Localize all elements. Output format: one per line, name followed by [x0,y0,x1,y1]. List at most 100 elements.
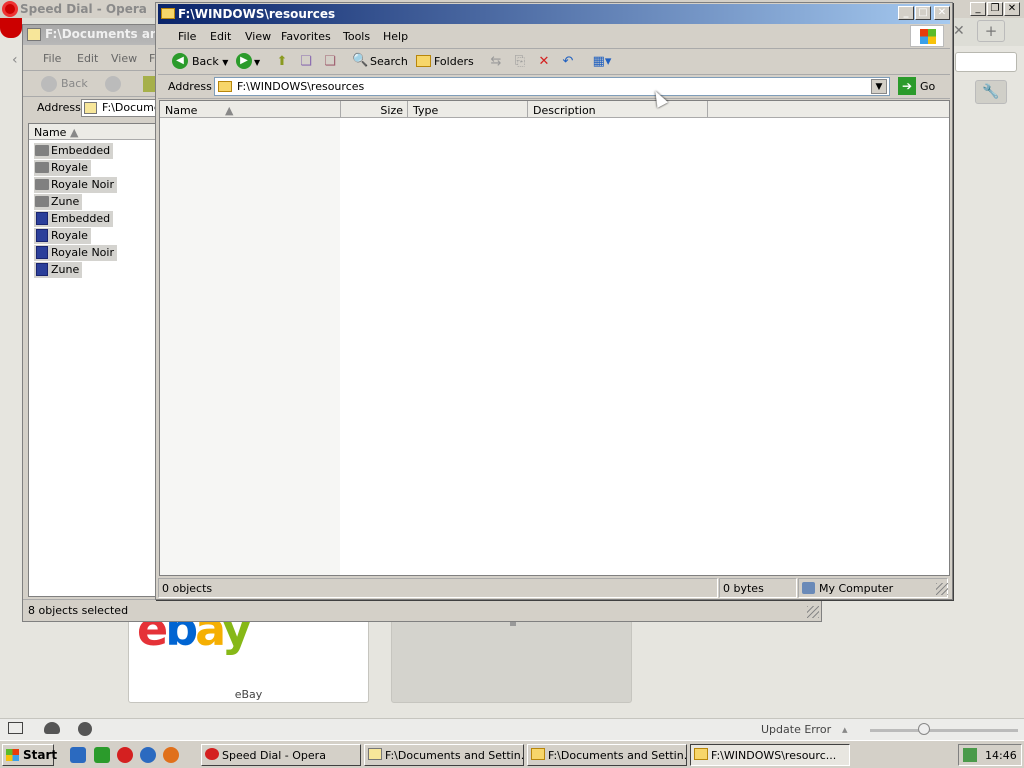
up-folder-icon[interactable] [143,76,155,92]
list-item[interactable]: Zune [34,262,83,278]
new-tab-button[interactable]: + [977,20,1005,42]
resize-grip-icon[interactable] [936,583,948,595]
menu-edit[interactable]: Edit [210,30,231,43]
firefox-quicklaunch-icon[interactable] [140,747,156,763]
opera-status-bar: Update Error ▴ [0,718,1024,740]
task-label: F:\Documents and Settin... [548,749,687,762]
resize-grip-icon[interactable] [807,606,819,618]
list-item[interactable]: Royale Noir [34,245,117,261]
speed-dial-ebay-tile[interactable]: ebay eBay [128,615,369,703]
search-button[interactable]: 🔍 Search [350,53,408,71]
back-button-label[interactable]: Back [61,77,88,90]
opera-restore-button[interactable]: ❐ [987,2,1003,16]
clock[interactable]: 14:46 [985,749,1017,762]
theme-file-icon [36,263,48,276]
menu-help[interactable]: Help [383,30,408,43]
column-header-type[interactable]: Type [408,101,528,118]
column-header-name[interactable]: Name ▲ [160,101,341,118]
views-icon[interactable]: ▦▾ [590,54,614,70]
status-objects-text: 0 objects [162,582,213,595]
show-desktop-icon[interactable] [94,747,110,763]
back-address-input[interactable]: F:\Docume [81,99,159,117]
up-folder-icon[interactable]: ⬆ [274,54,290,70]
menu-edit[interactable]: Edit [77,52,98,65]
copy-icon[interactable]: ⎘ [512,54,528,70]
forward-button[interactable]: ▶ ▼ [236,53,260,71]
opera-quicklaunch-icon[interactable] [117,747,133,763]
delete-icon[interactable]: ✕ [536,54,552,70]
menu-file[interactable]: File [178,30,196,43]
folders-button[interactable]: Folders [414,53,474,71]
panel-toggle-icon[interactable] [8,722,23,734]
address-input[interactable]: F:\WINDOWS\resources ▼ [214,77,890,96]
menu-view[interactable]: View [245,30,271,43]
back-column-name[interactable]: Name ▲ [29,124,157,140]
ie-quicklaunch-icon[interactable] [70,747,86,763]
speed-dial-empty-tile[interactable] [391,615,632,703]
menu-favorites[interactable]: Favorites [281,30,331,43]
forward-arrow-icon[interactable] [105,76,121,92]
back-button[interactable]: ◀ Back ▼ [172,53,228,71]
folder-icon [694,748,708,760]
list-item[interactable]: Embedded [34,211,114,227]
column-header-description[interactable]: Description [528,101,708,118]
menu-view[interactable]: View [111,52,137,65]
task-documents-1[interactable]: F:\Documents and Settin... [364,744,524,766]
item-label: Embedded [51,212,111,225]
zoom-slider[interactable] [870,729,1018,732]
task-documents-2[interactable]: F:\Documents and Settin... [527,744,687,766]
list-item[interactable]: Embedded [34,143,114,159]
list-item[interactable]: Royale [34,228,91,244]
move-to-icon[interactable]: ❏ [298,54,314,70]
opera-menu-button[interactable] [0,18,22,38]
opera-search-field[interactable] [955,52,1017,72]
status-location-text: My Computer [819,582,894,595]
folder-icon [35,179,49,190]
opera-minimize-button[interactable]: _ [970,2,986,16]
go-button[interactable]: ➔ Go [898,77,936,95]
start-label: Start [23,748,58,762]
update-status-text[interactable]: Update Error [761,723,831,736]
column-header-size[interactable]: Size [341,101,408,118]
column-description-label: Description [533,104,596,117]
network-icon[interactable] [963,748,977,762]
go-button-label: Go [920,80,936,93]
back-menu-bar: File Edit View F [23,47,159,71]
speedometer-icon[interactable] [78,722,92,736]
status-bytes: 0 bytes [719,578,797,598]
folder-icon [35,145,49,156]
front-window-title-bar[interactable]: F:\WINDOWS\resources _ □ ✕ [158,4,950,24]
minimize-button[interactable]: _ [898,6,914,20]
task-resources[interactable]: F:\WINDOWS\resourc... [690,744,850,766]
move-icon[interactable]: ⇆ [488,54,504,70]
status-location: My Computer [798,578,948,598]
folder-icon [35,162,49,173]
task-opera[interactable]: Speed Dial - Opera [201,744,361,766]
start-button[interactable]: Start [2,744,58,766]
maximize-button[interactable]: □ [915,6,931,20]
close-button[interactable]: ✕ [934,6,950,20]
back-file-list[interactable]: Name ▲ Embedded Royale Royale Noir Zune … [28,123,158,597]
close-tab-icon[interactable]: ✕ [953,23,965,39]
update-arrow-icon[interactable]: ▴ [842,723,848,736]
wrench-icon[interactable]: 🔧 [975,80,1007,104]
chevron-down-icon[interactable]: ▼ [871,79,887,94]
file-list[interactable]: Name ▲ Size Type Description [159,100,950,576]
copy-to-icon[interactable]: ❏ [322,54,338,70]
back-arrow-icon[interactable] [41,76,57,92]
undo-icon[interactable]: ↶ [560,54,576,70]
zoom-slider-knob[interactable] [918,723,930,735]
taskbar: Start Speed Dial - Opera F:\Documents an… [0,740,1024,768]
address-label: Address [168,80,212,93]
opera-back-icon[interactable]: ‹ [12,52,18,68]
windows-flag-icon [920,29,936,44]
cloud-icon[interactable] [44,722,60,734]
opera-close-button[interactable]: ✕ [1004,2,1020,16]
menu-file[interactable]: File [43,52,61,65]
menu-tools[interactable]: Tools [343,30,370,43]
back-address-bar: Address F:\Docume [23,97,159,119]
list-item[interactable]: Royale Noir [34,177,117,193]
app-quicklaunch-icon[interactable] [163,747,179,763]
list-item[interactable]: Zune [34,194,83,210]
list-item[interactable]: Royale [34,160,91,176]
